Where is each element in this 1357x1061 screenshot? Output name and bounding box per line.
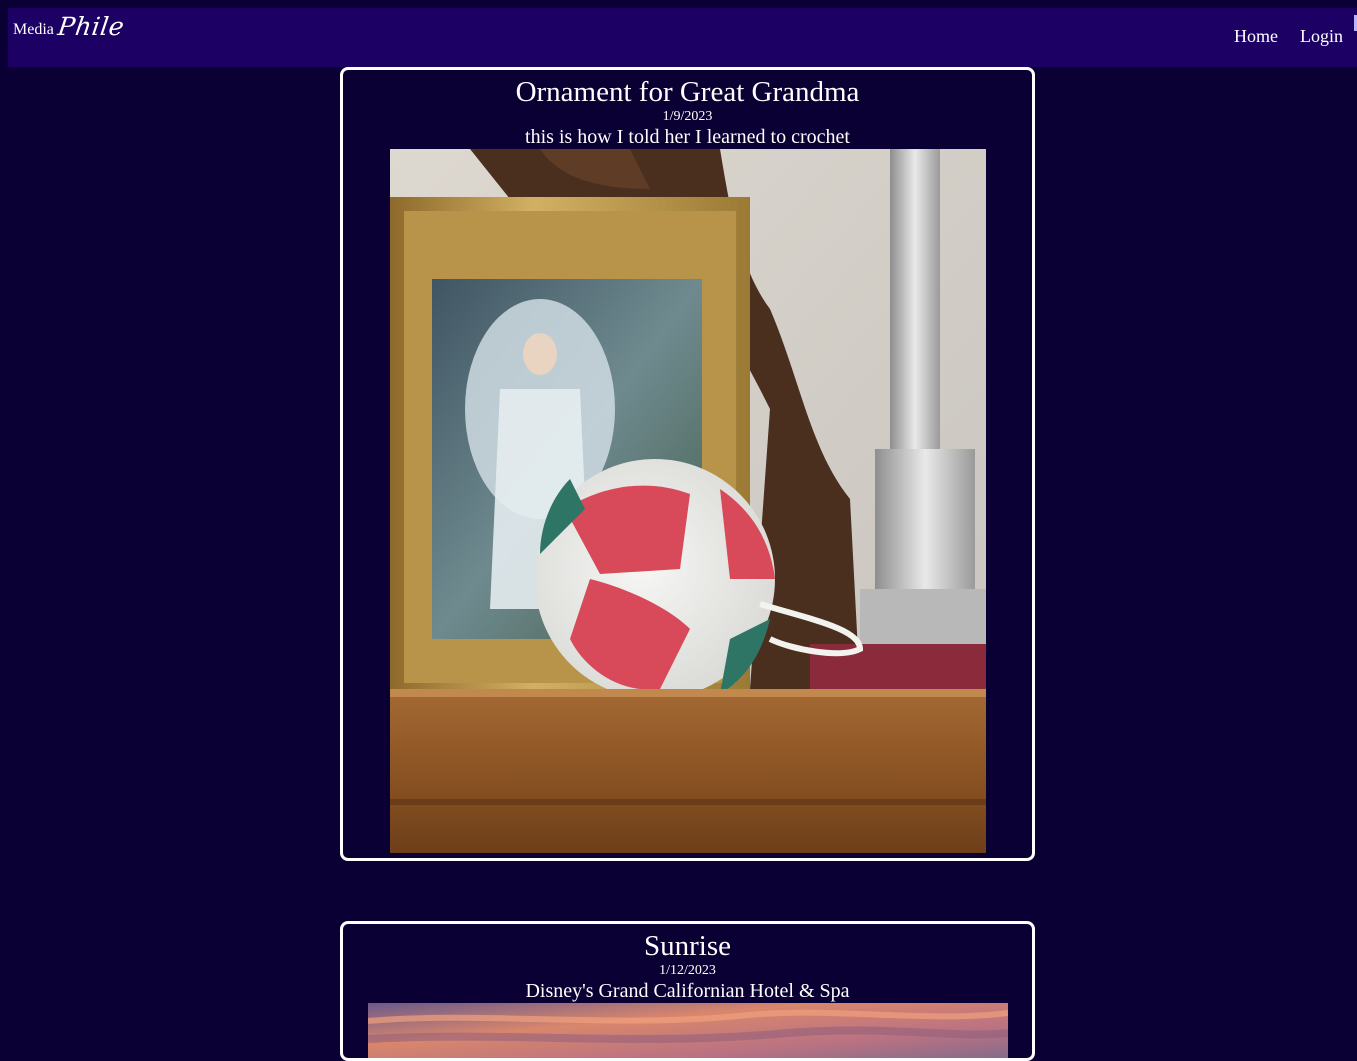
post-card: Ornament for Great Grandma 1/9/2023 this…: [340, 67, 1035, 861]
crochet-ornament-photo[interactable]: [389, 149, 986, 853]
nav-home-link[interactable]: Home: [1234, 26, 1278, 47]
post-date: 1/9/2023: [662, 109, 713, 124]
post-title: Ornament for Great Grandma: [515, 76, 860, 108]
brand-phile-text: Phile: [55, 12, 127, 41]
brand-logo[interactable]: Media Phile: [13, 12, 127, 41]
top-navbar: Media Phile Home Login: [8, 8, 1357, 67]
nav-login-link[interactable]: Login: [1300, 26, 1343, 47]
brand-media-text: Media: [13, 21, 54, 38]
post-card: Sunrise 1/12/2023 Disney's Grand Califor…: [340, 921, 1035, 1061]
post-description: Disney's Grand Californian Hotel & Spa: [525, 980, 850, 1002]
crochet-ornament-image: [389, 149, 986, 853]
nav-links: Home Login: [1234, 26, 1343, 47]
post-title: Sunrise: [644, 930, 731, 962]
sunrise-image: [367, 1003, 1008, 1058]
post-description: this is how I told her I learned to croc…: [525, 126, 850, 148]
post-date: 1/12/2023: [659, 963, 716, 978]
sunrise-photo[interactable]: [367, 1003, 1008, 1058]
